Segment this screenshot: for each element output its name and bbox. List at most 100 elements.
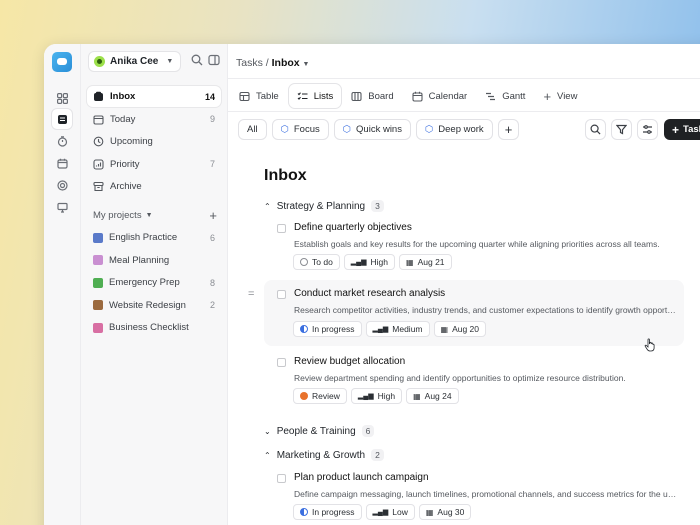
priority-label: Medium bbox=[392, 324, 423, 334]
tab-board[interactable]: Board bbox=[343, 84, 401, 108]
app-window: Anika Cee ▼ Inbox 14 Today 9 Upcoming Pr… bbox=[44, 44, 700, 525]
settings-button[interactable] bbox=[637, 119, 658, 140]
app-logo[interactable] bbox=[52, 52, 72, 72]
task-tags: To do ▂▄▆ High ▦ Aug 21 bbox=[293, 254, 452, 270]
search-icon[interactable] bbox=[191, 54, 205, 68]
sidebar-item-project[interactable]: Emergency Prep 8 bbox=[87, 272, 221, 293]
tab-gantt[interactable]: Gantt bbox=[477, 84, 533, 108]
list-icon bbox=[297, 91, 308, 102]
priority-badge[interactable]: ▂▄▆ Medium bbox=[365, 321, 430, 337]
project-emoji-icon bbox=[93, 322, 103, 333]
due-date-label: Aug 30 bbox=[437, 507, 465, 517]
chip-label: All bbox=[247, 124, 258, 135]
status-badge[interactable]: Review bbox=[293, 388, 347, 404]
sidebar-item-project[interactable]: English Practice 6 bbox=[87, 227, 221, 248]
group-header[interactable]: ⌃ Strategy & Planning 3 bbox=[264, 200, 384, 212]
due-date-badge[interactable]: ▦ Aug 21 bbox=[399, 254, 452, 270]
main-panel: Tasks / Inbox ▼ Table Lists Board Calend… bbox=[228, 44, 700, 525]
status-label: In progress bbox=[312, 507, 355, 517]
sliders-icon bbox=[643, 125, 652, 134]
add-filter-button[interactable]: + bbox=[497, 119, 520, 140]
task-row[interactable]: Plan product launch campaign Define camp… bbox=[264, 466, 684, 525]
status-review-icon bbox=[300, 392, 308, 400]
sidebar-item-label: Archive bbox=[110, 181, 142, 192]
add-project-icon[interactable]: + bbox=[209, 208, 217, 223]
due-date-label: Aug 24 bbox=[424, 391, 452, 401]
filter-all[interactable]: All bbox=[238, 119, 267, 140]
task-title: Review budget allocation bbox=[294, 356, 406, 367]
due-date-badge[interactable]: ▦ Aug 30 bbox=[418, 504, 472, 520]
page-title: Inbox bbox=[264, 167, 307, 184]
filter-quick-wins[interactable]: ⬡ Quick wins bbox=[333, 119, 411, 140]
task-checkbox[interactable] bbox=[277, 290, 286, 299]
group-count: 6 bbox=[361, 425, 375, 437]
priority-badge[interactable]: ▂▄▆ High bbox=[350, 388, 403, 404]
task-checkbox[interactable] bbox=[277, 474, 286, 483]
sidebar-item-today[interactable]: Today 9 bbox=[87, 109, 221, 130]
status-todo-icon bbox=[300, 258, 308, 266]
tab-calendar[interactable]: Calendar bbox=[404, 84, 476, 108]
status-badge[interactable]: In progress bbox=[293, 504, 362, 520]
plus-icon: + bbox=[504, 122, 513, 137]
breadcrumb-current[interactable]: Inbox bbox=[272, 57, 300, 69]
tab-label: Lists bbox=[313, 90, 334, 102]
archive-icon bbox=[93, 181, 104, 192]
filter-chips: All ⬡ Focus ⬡ Quick wins ⬡ Deep work + bbox=[238, 119, 520, 140]
priority-icon bbox=[93, 158, 104, 170]
task-checkbox[interactable] bbox=[277, 358, 286, 367]
group-name: Marketing & Growth bbox=[276, 449, 366, 461]
board-icon bbox=[351, 91, 362, 102]
workspace-switcher[interactable]: Anika Cee ▼ bbox=[88, 51, 182, 72]
task-row[interactable]: Review budget allocation Review departme… bbox=[264, 350, 684, 410]
group-header[interactable]: ⌃ Marketing & Growth 2 bbox=[264, 449, 384, 461]
calendar-icon[interactable] bbox=[52, 153, 72, 173]
sidebar-item-label: Business Checklist bbox=[109, 322, 189, 333]
chevron-down-icon: ▼ bbox=[166, 58, 174, 65]
group-count: 2 bbox=[371, 449, 384, 461]
add-view-button[interactable]: + View bbox=[535, 84, 585, 108]
group-header[interactable]: ⌄ People & Training 6 bbox=[264, 425, 375, 437]
filter-focus[interactable]: ⬡ Focus bbox=[271, 119, 329, 140]
target-icon[interactable] bbox=[52, 175, 72, 195]
task-row[interactable]: Define quarterly objectives Establish go… bbox=[264, 216, 684, 276]
group-name: People & Training bbox=[276, 425, 356, 437]
status-label: In progress bbox=[312, 324, 355, 334]
tab-table[interactable]: Table bbox=[231, 84, 287, 108]
chevron-down-icon[interactable]: ▼ bbox=[303, 61, 310, 68]
sidebar-item-project[interactable]: Website Redesign 2 bbox=[87, 295, 221, 316]
sidebar-item-inbox[interactable]: Inbox 14 bbox=[87, 86, 221, 107]
breadcrumb-root[interactable]: Tasks bbox=[236, 57, 263, 69]
tasks-icon[interactable] bbox=[52, 109, 72, 129]
add-task-button[interactable]: + Task bbox=[664, 119, 700, 140]
status-badge[interactable]: In progress bbox=[293, 321, 362, 337]
grid-icon[interactable] bbox=[52, 88, 72, 108]
priority-badge[interactable]: ▂▄▆ Low bbox=[365, 504, 415, 520]
sidebar-item-priority[interactable]: Priority 7 bbox=[87, 154, 221, 175]
monitor-icon[interactable] bbox=[52, 197, 72, 217]
task-row[interactable]: = Conduct market research analysis Resea… bbox=[248, 280, 684, 346]
signal-icon: ▂▄▆ bbox=[372, 509, 389, 516]
clock-icon bbox=[93, 136, 104, 147]
sidebar-item-project[interactable]: Business Checklist bbox=[87, 317, 221, 338]
sidebar-item-count: 9 bbox=[209, 114, 215, 124]
tab-lists[interactable]: Lists bbox=[288, 84, 342, 108]
search-button[interactable] bbox=[585, 119, 606, 140]
priority-badge[interactable]: ▂▄▆ High bbox=[343, 254, 396, 270]
filter-deep-work[interactable]: ⬡ Deep work bbox=[415, 119, 493, 140]
due-date-badge[interactable]: ▦ Aug 20 bbox=[433, 321, 487, 337]
filter-button[interactable] bbox=[611, 119, 632, 140]
timer-icon[interactable] bbox=[52, 131, 72, 151]
task-checkbox[interactable] bbox=[277, 224, 286, 233]
drag-handle-icon[interactable]: = bbox=[248, 288, 255, 300]
sidebar-item-label: Website Redesign bbox=[109, 299, 186, 311]
projects-header[interactable]: My projects ▼ + bbox=[93, 208, 217, 223]
sidebar-item-archive[interactable]: Archive bbox=[87, 176, 221, 197]
due-date-badge[interactable]: ▦ Aug 24 bbox=[406, 388, 459, 404]
sidebar-toggle-icon[interactable] bbox=[208, 54, 222, 68]
status-badge[interactable]: To do bbox=[293, 254, 340, 270]
chevron-down-icon: ▼ bbox=[145, 212, 153, 219]
sidebar-item-project[interactable]: Meal Planning bbox=[87, 250, 221, 271]
priority-label: High bbox=[377, 391, 396, 401]
chip-label: Focus bbox=[293, 124, 320, 135]
sidebar-item-upcoming[interactable]: Upcoming bbox=[87, 131, 221, 152]
